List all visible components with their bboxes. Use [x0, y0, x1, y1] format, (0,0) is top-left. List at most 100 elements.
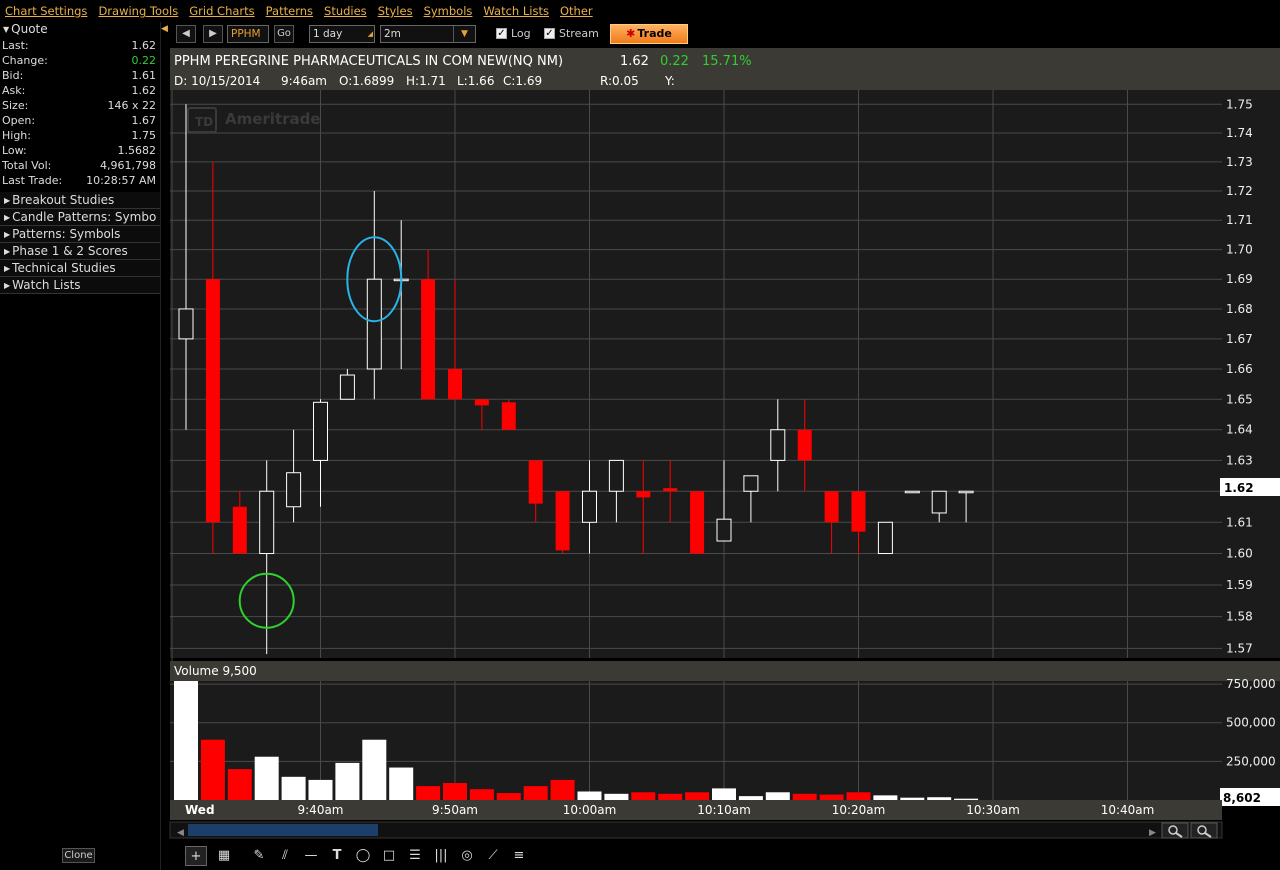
stream-checkbox[interactable]: ✓ Stream	[544, 27, 599, 40]
day-label: Wed	[185, 803, 215, 817]
pencil-tool-icon[interactable]: ✎	[248, 846, 270, 866]
candle-body-down	[851, 491, 866, 532]
zoom-in-button[interactable]	[1161, 822, 1189, 839]
time-tick-label: 9:50am	[432, 803, 478, 817]
section-technical-studies[interactable]: ▶ Technical Studies	[0, 260, 160, 277]
clone-button[interactable]: Clone	[62, 848, 95, 863]
section-candle-patterns[interactable]: ▶ Candle Patterns: Symbo	[0, 209, 160, 226]
triangle-right-icon: ▶	[4, 230, 11, 239]
go-button[interactable]: Go	[274, 25, 294, 43]
volume-bar	[765, 792, 790, 800]
menu-drawing-tools[interactable]: Drawing Tools	[98, 4, 178, 18]
menu-tool-icon[interactable]: ≡	[508, 846, 530, 866]
volume-bar	[712, 788, 736, 800]
price-tick-label: 1.66	[1226, 362, 1253, 376]
sidebar-splitter[interactable]: ◀	[160, 22, 168, 870]
section-watch-lists[interactable]: ▶ Watch Lists	[0, 277, 160, 294]
info-range: R:0.05	[600, 74, 639, 88]
price-tick-label: 1.60	[1226, 547, 1253, 561]
quote-row-total-vol: Total Vol: 4,961,798	[2, 159, 156, 172]
volume-bar	[362, 739, 387, 800]
volume-bar	[416, 786, 441, 800]
section-phase-scores[interactable]: ▶ Phase 1 & 2 Scores	[0, 243, 160, 260]
menu-watch-lists[interactable]: Watch Lists	[483, 4, 549, 18]
candle-body-up	[286, 472, 302, 508]
fan-tool-icon[interactable]: ⟋	[482, 846, 504, 866]
cursor-tool-icon[interactable]: +	[185, 846, 207, 866]
interval-select[interactable]: 2m ▼	[380, 25, 476, 43]
log-checkbox[interactable]: ✓ Log	[496, 27, 531, 40]
section-breakout-studies[interactable]: ▶ Breakout Studies	[0, 192, 160, 209]
quote-row-last-trade: Last Trade: 10:28:57 AM	[2, 174, 156, 187]
volume-bar	[281, 776, 306, 800]
quote-row-ask: Ask: 1.62	[2, 84, 156, 97]
trade-now-button[interactable]: ✱Trade Now	[610, 24, 688, 58]
volume-bar	[685, 792, 710, 800]
volume-bar	[658, 793, 683, 800]
back-button[interactable]: ◀	[176, 25, 196, 43]
price-marker: 1.62	[1224, 481, 1254, 495]
menu-styles[interactable]: Styles	[378, 4, 413, 18]
info-time: 9:46am	[281, 74, 327, 88]
quote-row-change: Change: 0.22	[2, 54, 156, 67]
volume-bar	[523, 786, 548, 800]
candle-body-down	[555, 491, 570, 551]
chart-change-pct: 15.71%	[702, 54, 752, 69]
time-tick-label: 10:30am	[966, 803, 1020, 817]
quote-row-high: High: 1.75	[2, 129, 156, 142]
triangle-right-icon: ▶	[4, 281, 11, 290]
volume-bar	[254, 756, 279, 800]
candle-body-up	[608, 459, 624, 492]
forward-button[interactable]: ▶	[203, 25, 223, 43]
period-select[interactable]: 1 day ◢	[309, 25, 375, 43]
spiral-tool-icon[interactable]: ◎	[456, 846, 478, 866]
volume-tick-label: 500,000	[1226, 716, 1276, 730]
info-high: H:1.71	[406, 74, 446, 88]
volume-bar	[873, 795, 898, 800]
price-chart[interactable]: PPHM PEREGRINE PHARMACEUTICALS IN COM NE…	[168, 48, 1280, 842]
info-close: C:1.69	[503, 74, 542, 88]
price-tick-label: 1.70	[1226, 243, 1253, 257]
rectangle-tool-icon[interactable]: □	[378, 846, 400, 866]
menu-symbols[interactable]: Symbols	[424, 4, 473, 18]
zoom-out-button[interactable]	[1190, 822, 1218, 839]
volume-label: Volume 9,500	[174, 664, 257, 678]
candle-body-down	[636, 491, 651, 498]
grid-tool-icon[interactable]: ▦	[213, 846, 235, 866]
quote-header[interactable]: ▼ Quote	[0, 22, 160, 38]
price-pane	[170, 90, 1222, 658]
parallel-lines-tool-icon[interactable]: ⫽	[274, 846, 296, 866]
collapse-arrow-icon[interactable]: ◀	[161, 24, 168, 34]
time-tick-label: 10:10am	[697, 803, 751, 817]
price-tick-label: 1.73	[1226, 155, 1253, 169]
watermark-text: Ameritrade	[225, 110, 321, 128]
menu-bar: Chart Settings Drawing Tools Grid Charts…	[0, 0, 1280, 22]
text-tool-icon[interactable]: T	[326, 846, 348, 866]
scroll-right-icon[interactable]: ▶	[1149, 828, 1156, 838]
candle-body-down	[474, 399, 489, 406]
ellipse-tool-icon[interactable]: ◯	[352, 846, 374, 866]
candle-body-up	[904, 490, 920, 494]
menu-other[interactable]: Other	[560, 4, 593, 18]
price-tick-label: 1.69	[1226, 272, 1253, 286]
menu-studies[interactable]: Studies	[324, 4, 367, 18]
volume-bar	[900, 797, 925, 800]
menu-patterns[interactable]: Patterns	[266, 4, 313, 18]
price-tick-label: 1.74	[1226, 126, 1253, 140]
menu-chart-settings[interactable]: Chart Settings	[5, 4, 87, 18]
price-tick-label: 1.75	[1226, 97, 1253, 111]
volume-bar	[927, 797, 952, 800]
time-tick-label: 10:00am	[563, 803, 617, 817]
vertical-lines-tool-icon[interactable]: |||	[430, 846, 452, 866]
menu-grid-charts[interactable]: Grid Charts	[189, 4, 254, 18]
sidebar: ▼ Quote Last: 1.62 Change: 0.22 Bid: 1.61 As…	[0, 22, 160, 870]
checkmark-icon: ✓	[496, 28, 507, 39]
scroll-left-icon[interactable]: ◀	[177, 828, 184, 838]
scroll-thumb[interactable]	[188, 824, 378, 836]
horizontal-line-tool-icon[interactable]: —	[300, 846, 322, 866]
fibonacci-tool-icon[interactable]: ☰	[404, 846, 426, 866]
volume-bar	[174, 681, 198, 800]
volume-bar	[443, 783, 467, 800]
section-patterns-symbols[interactable]: ▶ Patterns: Symbols	[0, 226, 160, 243]
symbol-input[interactable]: PPHM	[227, 25, 269, 43]
